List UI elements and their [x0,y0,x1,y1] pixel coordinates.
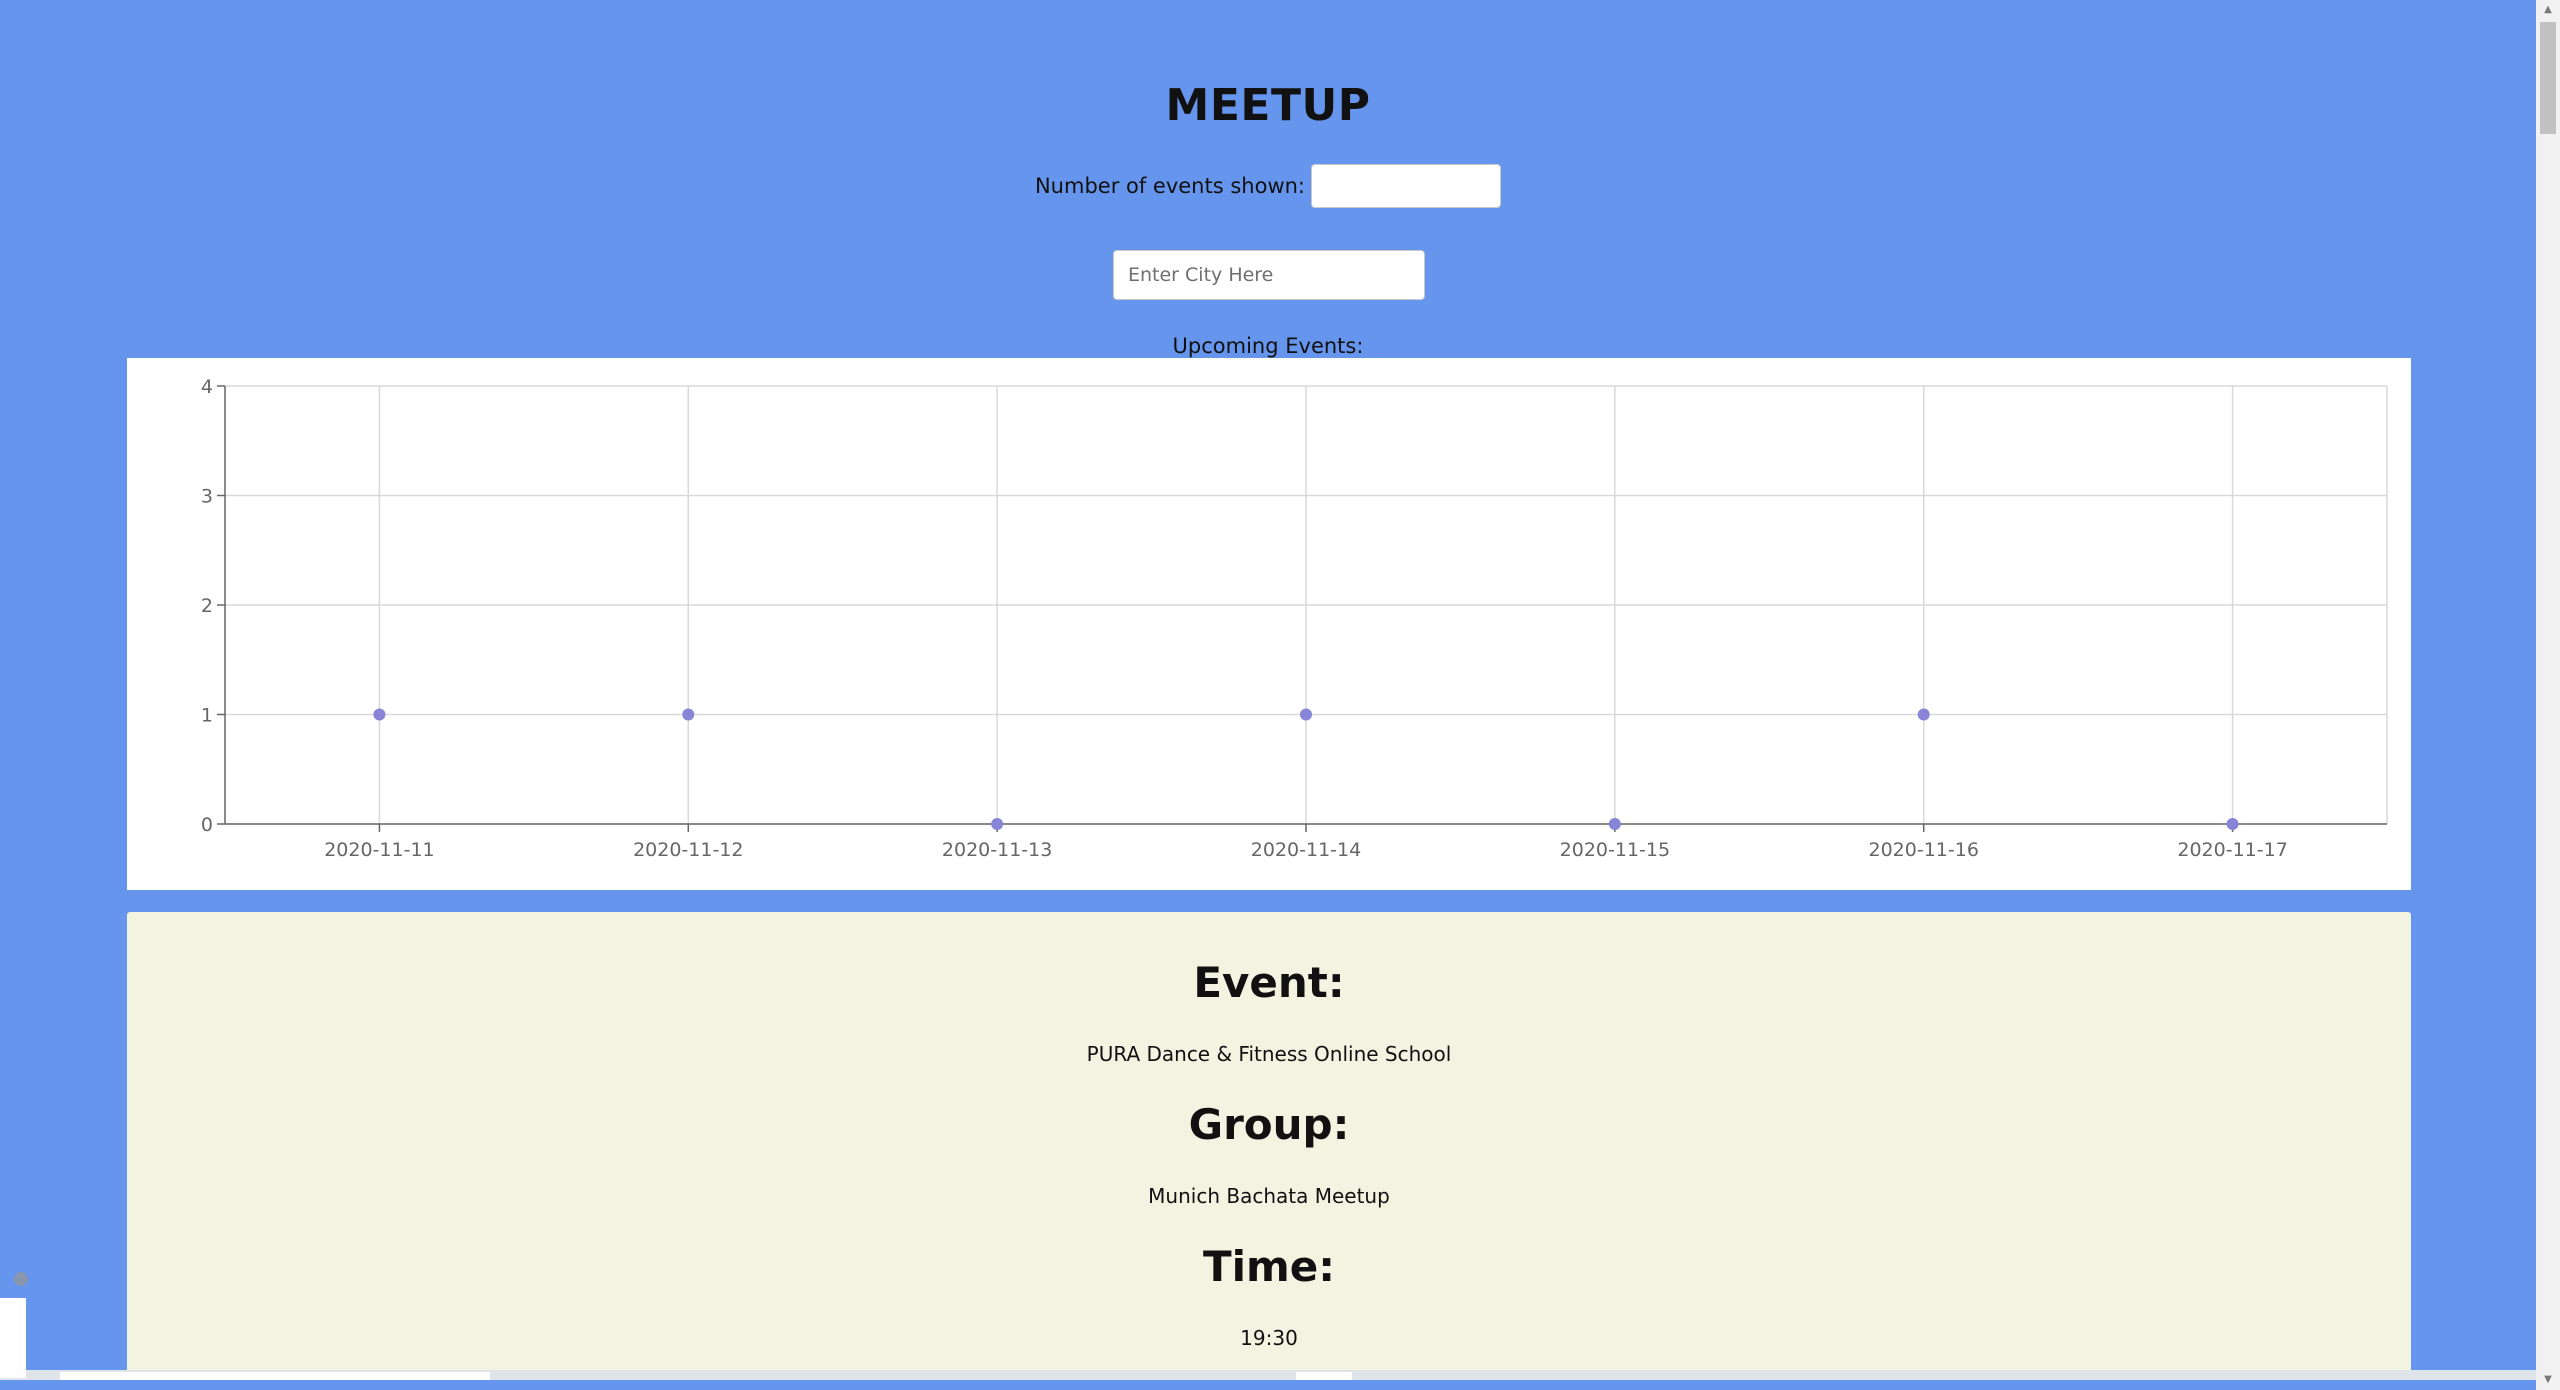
group-heading: Group: [1188,1100,1350,1149]
y-tick-label: 0 [201,814,213,836]
horizontal-scrollbar[interactable] [0,1370,2536,1380]
y-tick-label: 3 [201,486,213,508]
x-tick-label: 2020-11-14 [1251,839,1361,861]
page-title: MEETUP [1165,80,1371,131]
scroll-up-arrow-icon[interactable]: ▲ [2536,0,2560,20]
data-point [1917,708,1930,721]
events-scatter-chart: 0 1 2 3 4 2020-11-11 2020-11-12 2020-11-13 2020-… [201,376,2388,861]
city-search-input[interactable] [1113,250,1425,300]
x-tick-label: 2020-11-11 [324,839,434,861]
page: MEETUP Number of events shown: Upcoming … [0,0,2536,1380]
x-tick-label: 2020-11-15 [1560,839,1670,861]
group-name: Munich Bachata Meetup [1148,1184,1390,1208]
horizontal-scrollbar-segment [1296,1372,1352,1380]
data-point [2226,818,2239,830]
data-point [373,708,386,721]
upcoming-events-label: Upcoming Events: [1172,334,1364,358]
time-heading: Time: [1202,1242,1336,1291]
x-tick-label: 2020-11-13 [942,839,1052,861]
event-count-label: Number of events shown: [1034,174,1306,198]
vertical-scrollbar-thumb[interactable] [2540,22,2556,134]
vertical-scrollbar[interactable]: ▲ ▼ [2536,0,2560,1390]
event-count-row: Number of events shown: [0,164,2536,208]
event-count-input[interactable] [1311,164,1502,208]
widget-icon[interactable] [14,1272,28,1286]
y-tick-label: 1 [201,705,213,727]
y-tick-label: 4 [201,376,213,398]
event-name: PURA Dance & Fitness Online School [1086,1042,1452,1066]
data-point [1300,708,1312,721]
x-tick-label: 2020-11-16 [1869,839,1979,861]
data-point [991,818,1004,830]
x-tick-label: 2020-11-17 [2177,839,2287,861]
data-point [682,708,695,721]
event-card: Event: PURA Dance & Fitness Online Schoo… [127,912,2411,1380]
x-tick-label: 2020-11-12 [633,839,743,861]
event-time: 19:30 [1240,1326,1298,1350]
scroll-down-arrow-icon[interactable]: ▼ [2536,1370,2560,1390]
side-widget-panel [0,1298,26,1378]
event-heading: Event: [1193,958,1345,1007]
events-chart: 0 1 2 3 4 2020-11-11 2020-11-12 2020-11-13 2020-… [127,358,2411,890]
horizontal-scrollbar-thumb[interactable] [60,1372,490,1380]
y-tick-label: 2 [201,595,213,617]
data-point [1608,818,1621,830]
